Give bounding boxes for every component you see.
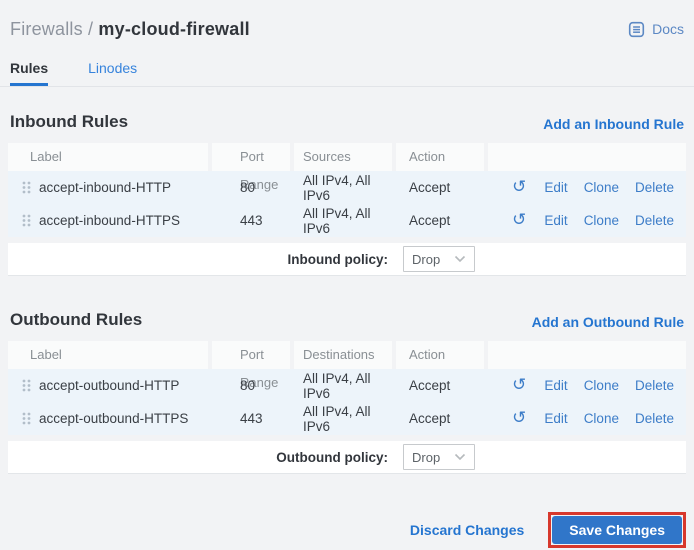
rule-destinations: All IPv4, All IPv6 xyxy=(303,370,371,401)
column-header-port-range: Port Range xyxy=(212,341,294,390)
outbound-policy-select[interactable]: Drop xyxy=(403,444,475,470)
clone-link[interactable]: Clone xyxy=(584,411,619,426)
rule-sources: All IPv4, All IPv6 xyxy=(303,205,371,236)
column-header-label: Label xyxy=(8,143,212,171)
drag-handle-icon[interactable] xyxy=(22,412,31,425)
undo-icon[interactable]: ↺ xyxy=(512,377,526,394)
inbound-policy-row: Inbound policy: Drop xyxy=(8,243,686,276)
edit-link[interactable]: Edit xyxy=(544,378,567,393)
save-changes-button[interactable]: Save Changes xyxy=(552,516,682,544)
delete-link[interactable]: Delete xyxy=(635,411,674,426)
tab-bar: Rules Linodes xyxy=(0,54,694,87)
add-outbound-rule-link[interactable]: Add an Outbound Rule xyxy=(532,314,684,330)
column-header-sources: Sources xyxy=(294,143,396,171)
rule-label: accept-inbound-HTTPS xyxy=(39,213,181,228)
rule-label: accept-outbound-HTTPS xyxy=(39,411,189,426)
undo-icon[interactable]: ↺ xyxy=(512,179,526,196)
tab-rules[interactable]: Rules xyxy=(10,54,49,86)
inbound-section-head: Inbound Rules Add an Inbound Rule xyxy=(8,112,686,132)
column-header-destinations: Destinations xyxy=(294,341,396,369)
rule-port-range: 80 xyxy=(240,378,256,393)
clone-link[interactable]: Clone xyxy=(584,378,619,393)
outbound-policy-row: Outbound policy: Drop xyxy=(8,441,686,474)
edit-link[interactable]: Edit xyxy=(544,180,567,195)
rule-action: Accept xyxy=(409,378,451,393)
delete-link[interactable]: Delete xyxy=(635,180,674,195)
chevron-down-icon xyxy=(454,453,466,461)
column-header-actions-blank xyxy=(488,143,686,171)
outbound-rules-table: Label Port Range Destinations Action acc… xyxy=(8,341,686,474)
undo-icon[interactable]: ↺ xyxy=(512,410,526,427)
delete-link[interactable]: Delete xyxy=(635,378,674,393)
docs-icon xyxy=(628,21,645,37)
docs-link[interactable]: Docs xyxy=(628,21,684,38)
drag-handle-icon[interactable] xyxy=(22,379,31,392)
column-header-action: Action xyxy=(396,143,488,171)
column-header-port-range: Port Range xyxy=(212,143,294,192)
rule-action: Accept xyxy=(409,213,451,228)
clone-link[interactable]: Clone xyxy=(584,180,619,195)
firewall-detail-page: Firewalls / my-cloud-firewall Docs Rules… xyxy=(0,0,694,550)
column-header-label: Label xyxy=(8,341,212,369)
outbound-section-head: Outbound Rules Add an Outbound Rule xyxy=(8,310,686,330)
rule-port-range: 80 xyxy=(240,180,256,195)
table-row-accept-outbound-http: accept-outbound-HTTP 80 All IPv4, All IP… xyxy=(8,369,686,402)
undo-icon[interactable]: ↺ xyxy=(512,212,526,229)
table-row-accept-inbound-http: accept-inbound-HTTP 80 All IPv4, All IPv… xyxy=(8,171,686,204)
breadcrumb: Firewalls / my-cloud-firewall xyxy=(10,19,250,40)
outbound-table-header: Label Port Range Destinations Action xyxy=(8,341,686,390)
breadcrumb-current-firewall: my-cloud-firewall xyxy=(98,18,250,39)
inbound-policy-value: Drop xyxy=(412,251,441,267)
edit-link[interactable]: Edit xyxy=(544,213,567,228)
rule-action: Accept xyxy=(409,180,451,195)
inbound-rules-table: Label Port Range Sources Action accept-i… xyxy=(8,143,686,276)
inbound-rules-heading: Inbound Rules xyxy=(10,112,129,131)
rule-action: Accept xyxy=(409,411,451,426)
column-header-action: Action xyxy=(396,341,488,369)
rule-port-range: 443 xyxy=(240,411,263,426)
column-header-actions-blank xyxy=(488,341,686,369)
rule-destinations: All IPv4, All IPv6 xyxy=(303,403,371,434)
docs-label: Docs xyxy=(652,21,684,37)
clone-link[interactable]: Clone xyxy=(584,213,619,228)
outbound-policy-label: Outbound policy: xyxy=(276,449,388,465)
form-actions: Discard Changes Save Changes xyxy=(8,512,686,548)
outbound-rules-heading: Outbound Rules xyxy=(10,310,143,329)
rule-label: accept-inbound-HTTP xyxy=(39,180,172,195)
drag-handle-icon[interactable] xyxy=(22,181,31,194)
inbound-table-header: Label Port Range Sources Action xyxy=(8,143,686,192)
outbound-policy-value: Drop xyxy=(412,449,441,465)
add-inbound-rule-link[interactable]: Add an Inbound Rule xyxy=(543,116,684,132)
table-row-accept-outbound-https: accept-outbound-HTTPS 443 All IPv4, All … xyxy=(8,402,686,435)
edit-link[interactable]: Edit xyxy=(544,411,567,426)
annotation-highlight-box: Save Changes xyxy=(548,512,686,548)
top-bar: Firewalls / my-cloud-firewall Docs xyxy=(8,0,686,44)
discard-changes-button[interactable]: Discard Changes xyxy=(410,522,524,538)
rule-label: accept-outbound-HTTP xyxy=(39,378,180,393)
tab-linodes[interactable]: Linodes xyxy=(88,54,137,86)
table-row-accept-inbound-https: accept-inbound-HTTPS 443 All IPv4, All I… xyxy=(8,204,686,237)
drag-handle-icon[interactable] xyxy=(22,214,31,227)
delete-link[interactable]: Delete xyxy=(635,213,674,228)
chevron-down-icon xyxy=(454,255,466,263)
rule-sources: All IPv4, All IPv6 xyxy=(303,172,371,203)
breadcrumb-firewalls-link[interactable]: Firewalls / xyxy=(10,19,93,39)
rule-port-range: 443 xyxy=(240,213,263,228)
inbound-policy-label: Inbound policy: xyxy=(287,251,389,267)
inbound-policy-select[interactable]: Drop xyxy=(403,246,475,272)
